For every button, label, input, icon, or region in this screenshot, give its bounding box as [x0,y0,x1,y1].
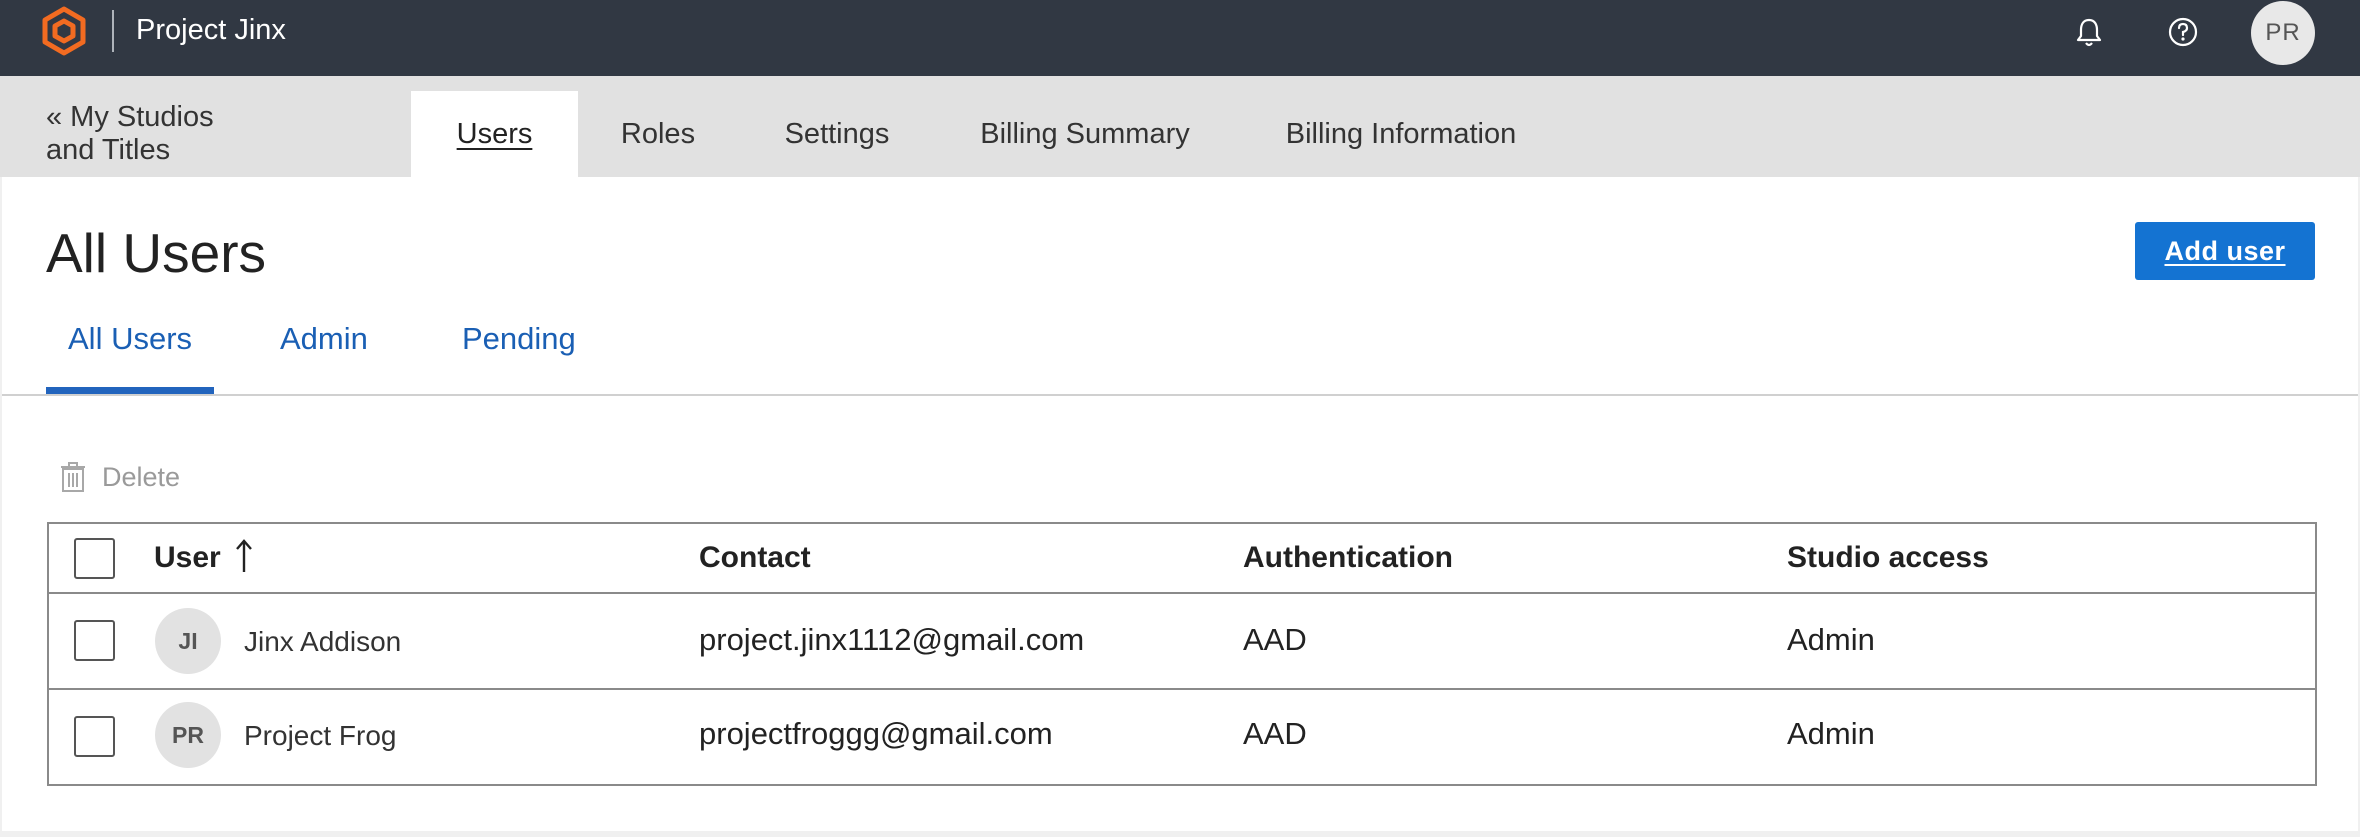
add-user-button[interactable]: Add user [2135,222,2315,280]
column-header-user[interactable]: User [154,538,221,578]
app-title: Project Jinx [136,14,286,46]
tab-billing-summary[interactable]: Billing Summary [960,91,1210,177]
avatar: JI [155,608,221,674]
user-studio-access: Admin [1787,622,1875,657]
sort-ascending-icon[interactable] [233,536,255,576]
user-avatar[interactable]: PR [2251,1,2315,65]
user-contact: project.jinx1112@gmail.com [699,622,1085,657]
tab-my-studios-and-titles[interactable]: « My Studios and Titles [46,91,246,177]
subtab-admin[interactable]: Admin [280,319,368,359]
table-row[interactable]: JI Jinx Addison project.jinx1112@gmail.c… [49,594,2315,690]
subtab-all-users[interactable]: All Users [68,319,192,359]
trash-icon [61,462,85,492]
table-header-row: User Contact Authentication Studio acces… [49,524,2315,594]
select-all-checkbox[interactable] [74,538,115,579]
users-panel: All Users Add user All Users Admin Pendi… [2,177,2358,831]
hexagon-logo-icon[interactable] [40,6,88,56]
help-icon[interactable] [2166,14,2200,50]
avatar: PR [155,702,221,768]
tab-billing-information[interactable]: Billing Information [1266,91,1536,177]
page-title: All Users [46,222,267,284]
subtab-pending[interactable]: Pending [462,319,576,359]
active-subtab-indicator [46,387,214,394]
tab-roles[interactable]: Roles [602,91,714,177]
tab-settings[interactable]: Settings [770,91,904,177]
subtabs-divider [2,394,2358,396]
user-studio-access: Admin [1787,716,1875,751]
users-table: User Contact Authentication Studio acces… [47,522,2317,786]
column-header-contact[interactable]: Contact [699,538,811,578]
tab-users[interactable]: Users [411,91,578,177]
main-nav: « My Studios and Titles Users Roles Sett… [0,76,2360,177]
user-name: Project Frog [244,720,397,751]
top-header: Project Jinx PR [0,0,2360,76]
table-row[interactable]: PR Project Frog projectfroggg@gmail.com … [49,690,2315,784]
delete-button[interactable]: Delete [60,461,180,493]
column-header-authentication[interactable]: Authentication [1243,538,1453,578]
user-authentication: AAD [1243,622,1307,657]
user-name: Jinx Addison [244,626,402,657]
column-header-studio-access[interactable]: Studio access [1787,538,1989,578]
row-checkbox[interactable] [74,716,115,757]
header-divider [112,10,114,52]
user-contact: projectfroggg@gmail.com [699,716,1053,751]
row-checkbox[interactable] [74,620,115,661]
delete-label: Delete [102,461,181,492]
user-authentication: AAD [1243,716,1307,751]
bell-icon[interactable] [2072,14,2106,50]
